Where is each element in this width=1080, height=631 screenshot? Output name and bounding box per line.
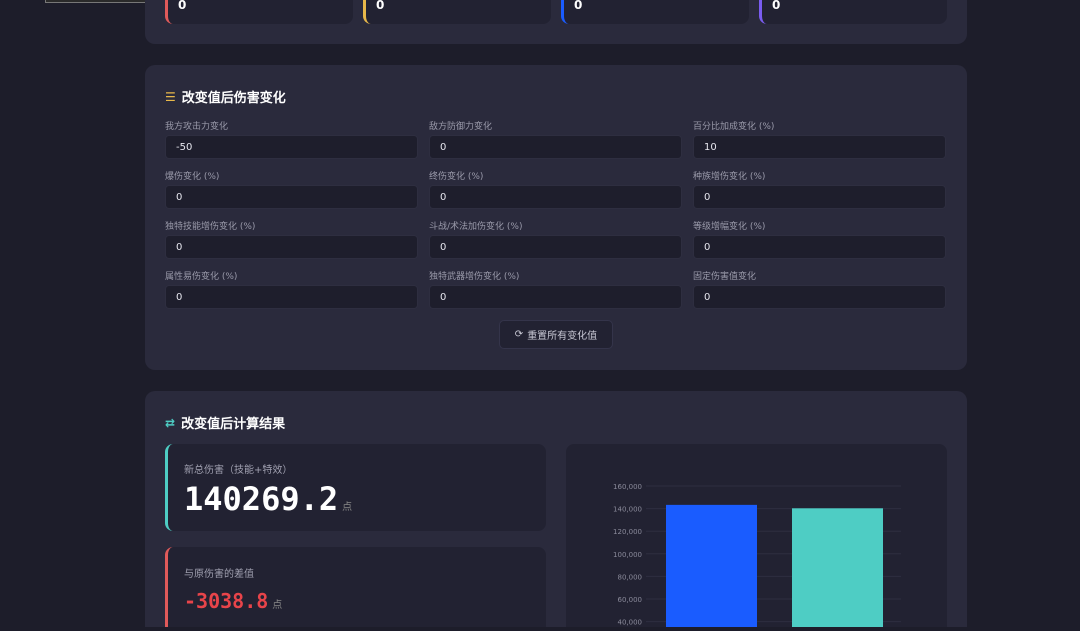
field-label: 终伤变化 (%) — [429, 172, 484, 182]
field-label: 百分比加成变化 (%) — [693, 122, 775, 132]
field-input[interactable]: 0 — [429, 285, 682, 309]
field-input[interactable]: 0 — [693, 235, 946, 259]
field-label: 种族增伤变化 (%) — [693, 172, 766, 182]
change-field: 独特武器增伤变化 (%) 0 — [429, 269, 682, 309]
stat-value: 0 — [772, 0, 781, 12]
change-field: 敌方防御力变化 0 — [429, 119, 682, 159]
y-tick-label: 160,000 — [613, 483, 642, 491]
refresh-icon: ⟳ — [514, 329, 524, 340]
field-label: 我方攻击力变化 — [165, 122, 229, 132]
reset-button[interactable]: ⟳ 重置所有变化值 — [499, 320, 613, 349]
y-tick-label: 80,000 — [618, 573, 643, 581]
unit: 点 — [272, 600, 283, 611]
y-tick-label: 140,000 — [613, 506, 642, 514]
diff-value: -3038.8 — [184, 589, 269, 613]
damage-chart: 160,000 140,000 120,000 100,000 80,000 60,000… — [566, 444, 947, 627]
stat-card: 0 — [561, 0, 749, 24]
field-input[interactable]: 0 — [165, 235, 418, 259]
results-title: ⇄ 改变值后计算结果 — [165, 413, 286, 433]
stat-card: 0 — [363, 0, 551, 24]
y-tick-label: 40,000 — [618, 619, 643, 627]
field-input[interactable]: -50 — [165, 135, 418, 159]
field-input[interactable]: 10 — [693, 135, 946, 159]
chart-svg: 160,000 140,000 120,000 100,000 80,000 60,000… — [613, 483, 901, 627]
change-field: 斗战/术法加伤变化 (%) 0 — [429, 219, 682, 259]
change-field: 属性易伤变化 (%) 0 — [165, 269, 418, 309]
change-field: 我方攻击力变化 -50 — [165, 119, 418, 159]
change-field: 爆伤变化 (%) 0 — [165, 169, 418, 209]
change-field: 百分比加成变化 (%) 10 — [693, 119, 946, 159]
stats-panel: 0 0 0 0 — [145, 0, 967, 44]
change-field: 独特技能增伤变化 (%) 0 — [165, 219, 418, 259]
y-tick-label: 60,000 — [618, 596, 643, 604]
field-input[interactable]: 0 — [693, 185, 946, 209]
results-title-text: 改变值后计算结果 — [181, 417, 286, 432]
field-label: 斗战/术法加伤变化 (%) — [429, 222, 523, 232]
diff-label: 与原伤害的差值 — [184, 569, 254, 580]
field-label: 等级增幅变化 (%) — [693, 222, 766, 232]
field-label: 独特技能增伤变化 (%) — [165, 222, 256, 232]
field-input[interactable]: 0 — [429, 185, 682, 209]
field-input[interactable]: 0 — [429, 135, 682, 159]
unit: 点 — [342, 502, 353, 513]
field-label: 爆伤变化 (%) — [165, 172, 220, 182]
new-total-label: 新总伤害（技能+特效） — [184, 465, 293, 476]
field-label: 属性易伤变化 (%) — [165, 272, 238, 282]
field-input[interactable]: 0 — [429, 235, 682, 259]
changes-title-text: 改变值后伤害变化 — [181, 91, 286, 106]
changes-panel: ☰ 改变值后伤害变化 我方攻击力变化 -50 敌方防御力变化 0 百分比加成变化 (%) 1… — [145, 65, 967, 370]
change-field: 等级增幅变化 (%) 0 — [693, 219, 946, 259]
sliders-icon: ☰ — [165, 89, 176, 104]
reset-label: 重置所有变化值 — [527, 331, 598, 342]
change-field: 终伤变化 (%) 0 — [429, 169, 682, 209]
field-input[interactable]: 0 — [165, 285, 418, 309]
stat-card: 0 — [759, 0, 947, 24]
new-total-value: 140269.2 — [184, 480, 339, 518]
new-total-card: 新总伤害（技能+特效） 140269.2 点 — [165, 444, 546, 531]
change-field: 种族增伤变化 (%) 0 — [693, 169, 946, 209]
swap-icon: ⇄ — [165, 415, 176, 430]
field-label: 敌方防御力变化 — [429, 122, 493, 132]
stat-value: 0 — [178, 0, 187, 12]
field-input[interactable]: 0 — [165, 185, 418, 209]
y-tick-label: 120,000 — [613, 528, 642, 536]
stat-value: 0 — [574, 0, 583, 12]
field-label: 固定伤害值变化 — [693, 272, 757, 282]
results-panel: ⇄ 改变值后计算结果 新总伤害（技能+特效） 140269.2 点 与原伤害的差值 … — [145, 391, 967, 627]
change-field: 固定伤害值变化 0 — [693, 269, 946, 309]
diff-card: 与原伤害的差值 -3038.8 点 — [165, 547, 546, 627]
changes-title: ☰ 改变值后伤害变化 — [165, 87, 286, 107]
bar-0[interactable] — [666, 504, 757, 627]
stat-value: 0 — [376, 0, 385, 12]
stat-card: 0 — [165, 0, 353, 24]
y-tick-label: 100,000 — [613, 551, 642, 559]
field-input[interactable]: 0 — [693, 285, 946, 309]
bar-1[interactable] — [792, 508, 883, 627]
field-label: 独特武器增伤变化 (%) — [429, 272, 520, 282]
